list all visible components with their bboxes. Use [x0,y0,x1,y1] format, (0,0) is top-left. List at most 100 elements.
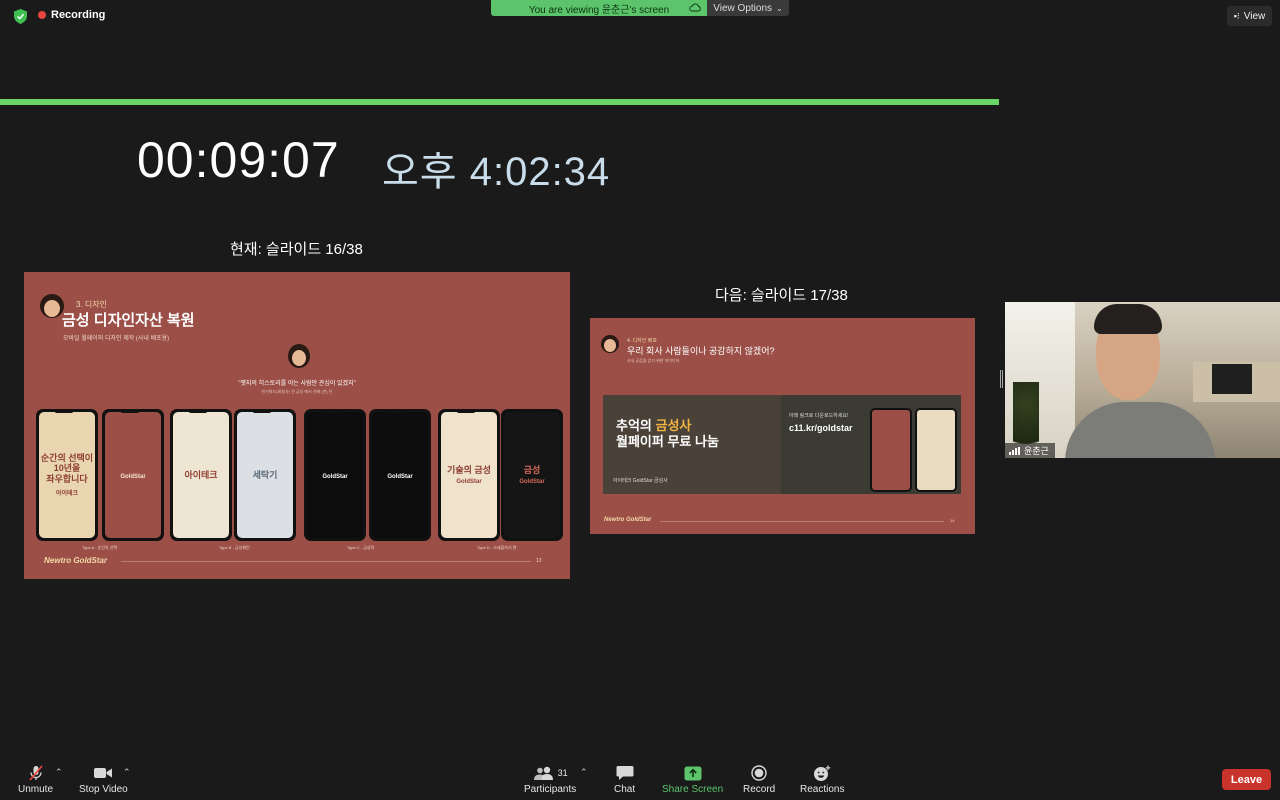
unmute-label: Unmute [18,784,54,795]
footer-divider [660,521,944,522]
phone-screen: 기술의 금성 GoldStar [441,412,497,538]
viewing-label: You are viewing 윤춘근's screen [528,4,670,16]
wallpaper-logo: GoldStar [519,479,545,486]
phone-mockup: 아이테크 [170,409,232,541]
wallpaper-text: 아이테크 [184,469,218,480]
unmute-button[interactable]: Unmute [18,764,53,795]
recording-label: Recording [51,9,106,21]
phone-notch [252,409,272,413]
phone-screen: 세탁기 [237,412,293,538]
slide-page-number: 13 [536,558,542,564]
phone-screen: 순간의 선택이 10년을 좌우합니다아이테크 [39,412,95,538]
current-slide-preview: 3. 디자인 금성 디자인자산 복원 모바일 월페이퍼 디자인 제작 (사내 배… [24,272,570,579]
wallpaper-text: 세탁기 [252,469,278,480]
wallpaper-banner: 추억의 금성사 월페이퍼 무료 나눔 아이테크 GoldStar 금성사 아래 … [603,395,961,494]
share-screen-icon [684,764,702,782]
wallpaper-text: 기술의 금성 [447,464,491,475]
phone-notch [188,409,208,413]
record-icon [751,764,767,782]
phone-screen: 금성 GoldStar [504,412,560,538]
stop-video-button[interactable]: Stop Video [79,764,128,795]
phone-mockup: 세탁기 [234,409,296,541]
wallpaper-logo: GoldStar [322,474,348,480]
meeting-toolbar: Unmute ⌃ Stop Video ⌃ 31 Participants ⌃ [0,758,1280,800]
current-slide-label: 현재: 슬라이드 16/38 [230,241,363,258]
slide-section: 4. 디자인 배포 [627,338,657,344]
type-label: Type B - 금성패턴 [219,545,250,550]
phone-notch [519,409,539,413]
elapsed-timer: 00:09:07 [137,132,340,188]
presentation-progress-bar [0,99,999,105]
shield-icon[interactable] [14,9,27,24]
leave-button[interactable]: Leave [1222,769,1271,790]
wallpaper-logo: GoldStar [387,474,413,480]
reactions-icon [813,764,831,782]
cloud-icon [689,3,701,12]
audio-options-chevron-icon[interactable]: ⌃ [55,767,63,778]
participants-label: Participants [524,784,577,795]
phone-mockup [915,408,957,492]
chat-icon [616,764,634,782]
wallpaper-logo: GoldStar [120,474,146,480]
slide-title: 금성 디자인자산 복원 [62,312,195,329]
wallpaper-logo: GoldStar [456,479,482,486]
phone-mockup [870,408,912,492]
chat-button[interactable]: Chat [614,764,635,795]
wallpaper-logo: 아이테크 [55,491,79,498]
phone-notch [120,409,140,413]
participants-count: 31 [557,768,568,778]
wallpaper-text: 순간의 선택이 10년을 좌우합니다 [40,452,94,484]
slide-page-number: 14 [950,518,955,523]
slide-title: 우리 회사 사람들이나 공감하지 않겠어? [627,346,775,356]
participant-name: 윤춘근 [1024,446,1049,456]
video-camera-icon [93,764,113,782]
video-options-chevron-icon[interactable]: ⌃ [123,767,131,778]
phone-screen: GoldStar [372,412,428,538]
video-person-hair [1094,304,1162,334]
phone-notch [387,409,407,413]
next-slide-label: 다음: 슬라이드 17/38 [715,287,848,304]
next-slide-preview: 4. 디자인 배포 우리 회사 사람들이나 공감하지 않겠어? 사내 공감을 얻… [590,318,975,534]
reactions-label: Reactions [800,784,845,795]
chat-label: Chat [614,784,636,795]
memoji-avatar-center [288,344,310,368]
phone-screen: GoldStar [307,412,363,538]
current-clock: 오후 4:02:34 [382,150,611,194]
type-label: Type C - 금성목 [347,545,375,550]
type-label: Type A - 순간의 선택 [82,545,118,550]
grid-view-icon: ▪⁝ [1233,10,1240,21]
recording-indicator[interactable]: Recording [38,9,105,21]
phone-mockup: GoldStar [369,409,431,541]
footer-divider [121,561,531,562]
view-options-label: View Options [713,2,773,14]
reactions-button[interactable]: Reactions [800,764,844,795]
video-monitor-bg [1212,364,1252,394]
phone-mockup: GoldStar [304,409,366,541]
view-options-button[interactable]: View Options ⌄ [707,0,789,16]
phone-screen: 아이테크 [173,412,229,538]
mic-muted-icon [27,764,45,782]
share-screen-button[interactable]: Share Screen [662,764,723,795]
record-button[interactable]: Record [743,764,775,795]
participants-button[interactable]: 31 Participants [524,764,576,795]
participants-icon: 31 [533,764,568,782]
phone-mockup: GoldStar [102,409,164,541]
video-person-body [1065,402,1215,458]
share-screen-label: Share Screen [662,784,724,795]
slide-footer-brand: Newtro GoldStar [604,517,652,523]
chevron-down-icon: ⌄ [776,3,783,13]
banner-url: c11.kr/goldstar [789,423,853,433]
participant-name-tag: 윤춘근 [1005,443,1055,458]
memoji-avatar [40,294,64,318]
slide-subtitle: 모바일 월페이퍼 디자인 제작 (사내 배포용) [63,336,170,342]
participants-options-chevron-icon[interactable]: ⌃ [580,767,588,778]
resize-handle[interactable] [1000,370,1003,388]
phone-mockup: 금성 GoldStar [501,409,563,541]
slide-subtitle: 사내 공감을 얻기 위한 아이디어 [627,358,680,363]
type-label: Type D - 스테플하기 편 [477,545,517,550]
viewing-banner: You are viewing 윤춘근's screen [491,0,707,16]
view-button[interactable]: ▪⁝ View [1227,6,1272,26]
participant-video[interactable] [1005,302,1280,458]
banner-headline-2: 월페이퍼 무료 나눔 [616,434,719,449]
phone-mockup: 기술의 금성 GoldStar [438,409,500,541]
